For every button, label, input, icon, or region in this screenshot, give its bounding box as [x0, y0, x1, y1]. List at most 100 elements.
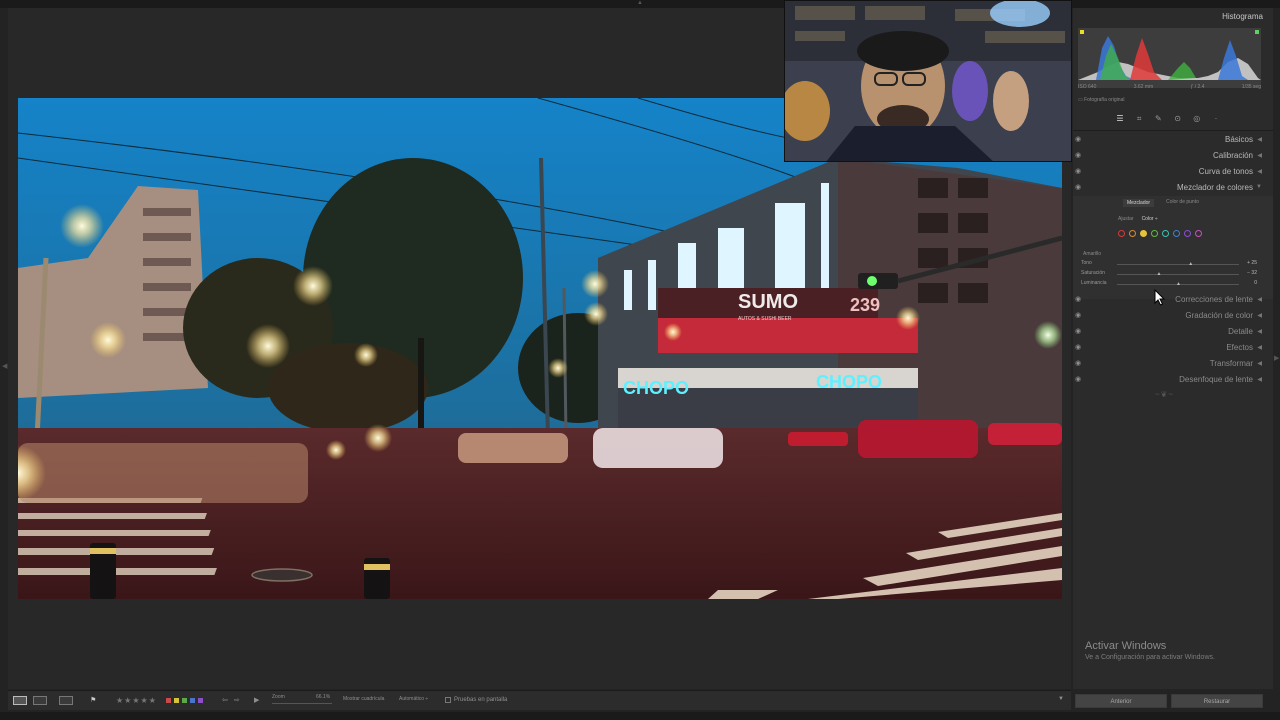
panel-transformar[interactable]: ◉ Transformar ◀ — [1073, 356, 1273, 372]
histogram-graph — [1078, 28, 1261, 88]
histogram-title[interactable]: Histograma — [1222, 12, 1263, 21]
grid-label: Mostrar cuadrícula — [343, 696, 385, 702]
label-blue-icon[interactable] — [190, 698, 195, 703]
panel-basicos[interactable]: ◉ Básicos ◀ — [1073, 132, 1273, 148]
divider — [1073, 130, 1273, 131]
panel-desenfoque-lente[interactable]: ◉ Desenfoque de lente ◀ — [1073, 372, 1273, 388]
reset-button[interactable]: Restaurar — [1171, 694, 1263, 708]
histogram[interactable] — [1078, 28, 1261, 88]
crop-icon[interactable]: ⌗ — [1132, 114, 1146, 124]
color-dot-green[interactable] — [1151, 230, 1158, 237]
eye-icon[interactable]: ◉ — [1075, 135, 1081, 143]
webcam-image — [785, 1, 1071, 161]
eye-icon[interactable]: ◉ — [1075, 327, 1081, 335]
collapse-left-icon[interactable]: ◀ — [2, 362, 7, 370]
eye-icon[interactable]: ◉ — [1075, 359, 1081, 367]
softproof-checkbox[interactable] — [445, 697, 451, 703]
rating-stars[interactable]: ★★★★★ — [116, 696, 157, 705]
next-photo-icon[interactable]: ⇨ — [234, 696, 240, 704]
brush-icon[interactable]: · — [1209, 114, 1223, 124]
windows-activation-title: Activar Windows — [1085, 640, 1167, 652]
slider-tono[interactable]: Tono ▲ + 25 — [1081, 260, 1261, 268]
eye-icon[interactable]: ◉ — [1075, 167, 1081, 175]
webcam-overlay — [784, 0, 1072, 162]
bottom-toolbar: ⚑ ★★★★★ ⇦ ⇨ ▶ Zoom 66.1% Mostrar cuadríc… — [8, 690, 1071, 710]
top-edge: ▲ — [0, 0, 1280, 8]
sumo-subtext: AUTOS & SUSHI BEER — [738, 316, 792, 322]
sliders-icon[interactable]: ☰ — [1113, 114, 1127, 124]
slider-luminancia[interactable]: Luminancia ▲ 0 — [1081, 280, 1261, 288]
main-photo[interactable]: SUMO AUTOS & SUSHI BEER 239 CHOPO CHOPO — [18, 98, 1062, 599]
exif-info: ISO 640 3.62 mm ƒ / 2.4 1/35 seg — [1078, 84, 1261, 90]
original-photo-checkbox[interactable]: ▭ Fotografía original — [1078, 97, 1124, 103]
compare-view-icon[interactable] — [59, 696, 73, 705]
color-dot-red[interactable] — [1118, 230, 1125, 237]
previous-button[interactable]: Anterior — [1075, 694, 1167, 708]
windows-activation-subtitle: Ve a Configuración para activar Windows. — [1085, 654, 1215, 661]
selected-color-label: Amarillo — [1083, 251, 1102, 257]
expand-triangle-icon: ▼ — [1256, 184, 1262, 190]
chopo-sign-2: CHOPO — [816, 372, 882, 392]
sumo-sign: SUMO — [738, 291, 798, 313]
mask-icon[interactable]: ◎ — [1190, 114, 1204, 124]
slider-track[interactable] — [1117, 274, 1239, 275]
label-yellow-icon[interactable] — [174, 698, 179, 703]
mouse-cursor-icon — [1154, 289, 1166, 306]
eye-icon[interactable]: ◉ — [1075, 375, 1081, 383]
panel-curva-tonos[interactable]: ◉ Curva de tonos ◀ — [1073, 164, 1273, 180]
bottom-edge — [0, 712, 1280, 720]
eye-icon[interactable]: ◉ — [1075, 151, 1081, 159]
color-dot-aqua[interactable] — [1162, 230, 1169, 237]
redeye-icon[interactable]: ⊙ — [1171, 114, 1185, 124]
zoom-label: Zoom — [272, 694, 285, 700]
prev-photo-icon[interactable]: ⇦ — [222, 696, 228, 704]
lightroom-window: ▲ ◀ SUMO AUTOS & SUSHI BEER 239 CHOPO CH… — [0, 0, 1280, 720]
collapse-right-icon[interactable]: ▶ — [1274, 354, 1279, 362]
tab-mezclador[interactable]: Mezclador — [1123, 199, 1155, 207]
toolbar-menu-icon[interactable]: ▼ — [1058, 696, 1064, 702]
slider-knob[interactable]: ▲ — [1156, 271, 1161, 277]
collapse-triangle-icon: ◀ — [1257, 329, 1262, 335]
color-dot-purple[interactable] — [1184, 230, 1191, 237]
eye-icon[interactable]: ◉ — [1075, 183, 1081, 191]
mixer-tabs: Mezclador Color de punto — [1123, 199, 1199, 207]
eye-icon[interactable]: ◉ — [1075, 295, 1081, 303]
color-dot-orange[interactable] — [1129, 230, 1136, 237]
zoom-slider[interactable] — [272, 703, 332, 704]
softproof-label: Pruebas en pantalla — [454, 697, 508, 703]
slider-knob[interactable]: ▲ — [1176, 281, 1181, 287]
panel-correcciones-lente[interactable]: ◉ Correcciones de lente ◀ — [1073, 292, 1273, 308]
slider-saturacion[interactable]: Saturación ▲ − 32 — [1081, 270, 1261, 278]
heal-icon[interactable]: ✎ — [1151, 114, 1165, 124]
develop-right-panel: Histograma ISO 640 3.62 mm ƒ / 2.4 1/35 … — [1073, 8, 1273, 689]
label-green-icon[interactable] — [182, 698, 187, 703]
grid-select[interactable]: Automático ÷ — [399, 696, 428, 702]
panel-calibracion[interactable]: ◉ Calibración ◀ — [1073, 148, 1273, 164]
label-red-icon[interactable] — [166, 698, 171, 703]
slideshow-play-icon[interactable]: ▶ — [254, 696, 259, 704]
highlight-clip-icon[interactable] — [1255, 30, 1259, 34]
label-purple-icon[interactable] — [198, 698, 203, 703]
flag-icon[interactable]: ⚑ — [90, 696, 96, 704]
panel-detalle[interactable]: ◉ Detalle ◀ — [1073, 324, 1273, 340]
collapse-triangle-icon: ◀ — [1257, 361, 1262, 367]
tab-color-de-punto[interactable]: Color de punto — [1166, 199, 1199, 207]
panel-mezclador[interactable]: ◉ Mezclador de colores ▼ — [1073, 180, 1273, 196]
panel-gradacion-color[interactable]: ◉ Gradación de color ◀ — [1073, 308, 1273, 324]
loupe-view-icon[interactable] — [13, 696, 27, 705]
collapse-triangle-icon: ◀ — [1257, 313, 1262, 319]
adjust-select[interactable]: Ajustar Color ÷ — [1118, 216, 1158, 222]
slider-track[interactable] — [1117, 264, 1239, 265]
panel-efectos[interactable]: ◉ Efectos ◀ — [1073, 340, 1273, 356]
slider-knob[interactable]: ▲ — [1188, 261, 1193, 267]
panel-end-ornament-icon: ~❦~ — [1155, 390, 1175, 399]
color-swatches — [1118, 230, 1202, 237]
eye-icon[interactable]: ◉ — [1075, 343, 1081, 351]
color-dot-magenta[interactable] — [1195, 230, 1202, 237]
collapse-top-icon[interactable]: ▲ — [636, 0, 644, 6]
before-after-view-icon[interactable] — [33, 696, 47, 705]
color-dot-blue[interactable] — [1173, 230, 1180, 237]
color-dot-yellow[interactable] — [1140, 230, 1147, 237]
shadow-clip-icon[interactable] — [1080, 30, 1084, 34]
eye-icon[interactable]: ◉ — [1075, 311, 1081, 319]
